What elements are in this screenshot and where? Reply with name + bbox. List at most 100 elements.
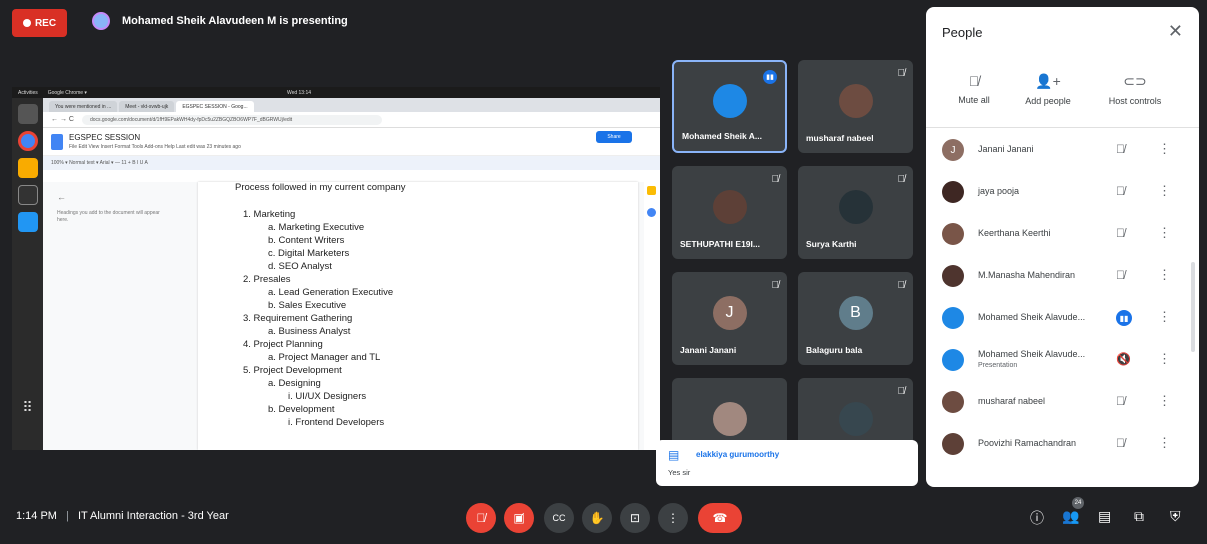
add-people-button[interactable]: 👤+ Add people: [1013, 73, 1083, 106]
camera-toggle-button[interactable]: ▣̸: [504, 503, 534, 533]
participant-tile[interactable]: 🎙̸ SETHUPATHI E19I...: [672, 166, 787, 259]
scrollbar[interactable]: [1191, 262, 1195, 352]
doc-line: a. Project Manager and TL: [268, 352, 381, 363]
participant-row[interactable]: Mohamed Sheik Alavude... ▮▮ ⋮: [926, 299, 1188, 341]
apps-grid-icon: ⠿: [22, 399, 33, 415]
more-vert-icon[interactable]: ⋮: [1158, 351, 1171, 367]
avatar: B: [838, 295, 873, 330]
mute-all-button[interactable]: 🎙̸ Mute all: [939, 73, 1009, 105]
doc-line: 5. Project Development: [243, 365, 342, 376]
present-button[interactable]: ⊡: [620, 503, 650, 533]
people-icon[interactable]: 👥: [1062, 508, 1079, 525]
mic-off-icon[interactable]: 🎙̸: [1116, 268, 1125, 282]
avatar: J: [942, 139, 964, 161]
participant-tile[interactable]: 🎙̸ musharaf nabeel: [798, 60, 913, 153]
avatar: [942, 307, 964, 329]
people-panel: People ✕ 🎙̸ Mute all 👤+ Add people ⊂⊃ Ho…: [926, 7, 1199, 487]
action-label: Host controls: [1108, 96, 1162, 106]
doc-title: EGSPEC SESSION: [69, 133, 141, 142]
mic-toggle-button[interactable]: 🎙̸: [466, 503, 496, 533]
mic-off-icon: 🎙̸: [897, 386, 906, 397]
participant-row[interactable]: jaya pooja 🎙̸ ⋮: [926, 173, 1188, 215]
mic-off-icon[interactable]: 🎙̸: [1116, 226, 1125, 240]
doc-line: c. Digital Marketers: [268, 248, 350, 259]
info-icon[interactable]: ⓘ: [1030, 508, 1044, 528]
keep-icon: [647, 186, 656, 195]
more-vert-icon[interactable]: ⋮: [1158, 183, 1171, 199]
system-clock: Wed 13:14: [286, 89, 312, 96]
mic-off-icon: 🎙̸: [968, 73, 980, 89]
divider: [926, 127, 1199, 128]
current-time: 1:14 PM: [16, 510, 57, 522]
docs-header: EGSPEC SESSION File Edit View Insert For…: [43, 128, 660, 156]
doc-line: b. Content Writers: [268, 235, 345, 246]
mic-off-icon: 🎙̸: [897, 280, 906, 291]
add-person-icon: 👤+: [1035, 73, 1061, 89]
participant-row[interactable]: musharaf nabeel 🎙̸ ⋮: [926, 383, 1188, 425]
participant-row[interactable]: Poovizhi Ramachandran 🎙̸ ⋮: [926, 425, 1188, 467]
avatar: [942, 181, 964, 203]
participant-tile[interactable]: 🎙̸ Surya Karthi: [798, 166, 913, 259]
doc-line: d. SEO Analyst: [268, 261, 332, 272]
participant-row[interactable]: Mohamed Sheik Alavude... Presentation 🔇 …: [926, 341, 1188, 383]
activities-label: Activities: [18, 89, 38, 96]
mic-off-icon[interactable]: 🎙̸: [1116, 184, 1125, 198]
more-vert-icon[interactable]: ⋮: [1158, 267, 1171, 283]
mic-off-icon[interactable]: 🎙̸: [1116, 394, 1125, 408]
panel-title: People: [942, 25, 983, 40]
host-controls-button[interactable]: ⊂⊃ Host controls: [1100, 73, 1170, 106]
participant-row[interactable]: M.Manasha Mahendiran 🎙̸ ⋮: [926, 257, 1188, 299]
participant-tile[interactable]: B 🎙̸ Balaguru bala: [798, 272, 913, 365]
tasks-icon: [647, 208, 656, 217]
captions-button[interactable]: CC: [544, 503, 574, 533]
files-icon: [17, 104, 38, 124]
avatar: J: [712, 295, 747, 330]
more-vert-icon[interactable]: ⋮: [1158, 225, 1171, 241]
mic-off-icon[interactable]: 🎙̸: [1116, 142, 1125, 156]
more-vert-icon[interactable]: ⋮: [1158, 393, 1171, 409]
participant-tile[interactable]: ▮▮ Mohamed Sheik A...: [672, 60, 787, 153]
doc-line: i. Frontend Developers: [288, 417, 385, 428]
google-docs-icon: [51, 133, 63, 150]
meeting-info: 1:14 PM | IT Alumni Interaction - 3rd Ye…: [16, 510, 229, 522]
recording-badge[interactable]: REC: [12, 9, 67, 37]
doc-line: a. Designing: [268, 378, 321, 389]
toggle-icon: ⊂⊃: [1123, 73, 1147, 89]
leave-call-button[interactable]: ☎: [698, 503, 742, 533]
doc-line: Process followed in my current company: [235, 182, 406, 193]
docs-toolbar: 100% ▾ Normal text ▾ Arial ▾ — 11 + B I …: [43, 156, 660, 170]
nav-arrows-icon: ← → C: [51, 116, 74, 123]
participant-row[interactable]: Keerthana Keerthi 🎙̸ ⋮: [926, 215, 1188, 257]
record-dot-icon: [22, 19, 31, 27]
tile-name: Surya Karthi: [806, 239, 857, 249]
volume-off-icon[interactable]: 🔇: [1116, 352, 1131, 366]
avatar: [942, 265, 964, 287]
chat-notification[interactable]: ▤ elakkiya gurumoorthy Yes sir: [656, 440, 918, 486]
chrome-tabstrip: You were mentioned in ... Meet - vkt-svw…: [43, 98, 660, 112]
raise-hand-button[interactable]: ✋: [582, 503, 612, 533]
more-options-button[interactable]: ⋮: [658, 503, 688, 533]
more-vert-icon[interactable]: ⋮: [1158, 435, 1171, 451]
mic-off-icon[interactable]: 🎙̸: [1116, 436, 1125, 450]
avatar: [838, 83, 873, 118]
phone-end-icon: ☎: [712, 511, 728, 525]
tile-name: SETHUPATHI E19I...: [680, 239, 760, 249]
participant-count-badge: 24: [1072, 497, 1084, 509]
close-icon[interactable]: ✕: [1168, 21, 1183, 42]
tile-name: Mohamed Sheik A...: [682, 131, 762, 141]
more-vert-icon[interactable]: ⋮: [1158, 309, 1171, 325]
participant-name: Mohamed Sheik Alavude...: [978, 312, 1086, 322]
doc-line: 4. Project Planning: [243, 339, 323, 350]
mic-off-icon: 🎙̸: [771, 280, 780, 291]
activities-icon[interactable]: ⧉: [1134, 508, 1144, 525]
more-vert-icon[interactable]: ⋮: [1158, 141, 1171, 157]
mic-off-icon: 🎙̸: [771, 174, 780, 185]
participant-tile[interactable]: J 🎙̸ Janani Janani: [672, 272, 787, 365]
chat-icon[interactable]: ▤: [1098, 508, 1111, 525]
participant-row[interactable]: J Janani Janani 🎙̸ ⋮: [926, 131, 1188, 173]
url-field: docs.google.com/document/d/1fH9EPakWH4dy…: [81, 114, 382, 125]
mic-off-icon: 🎙̸: [476, 511, 486, 525]
chat-icon: ▤: [668, 448, 680, 462]
outline-hint: Headings you add to the document will ap…: [57, 210, 160, 223]
host-controls-icon[interactable]: ⛨: [1170, 508, 1181, 525]
